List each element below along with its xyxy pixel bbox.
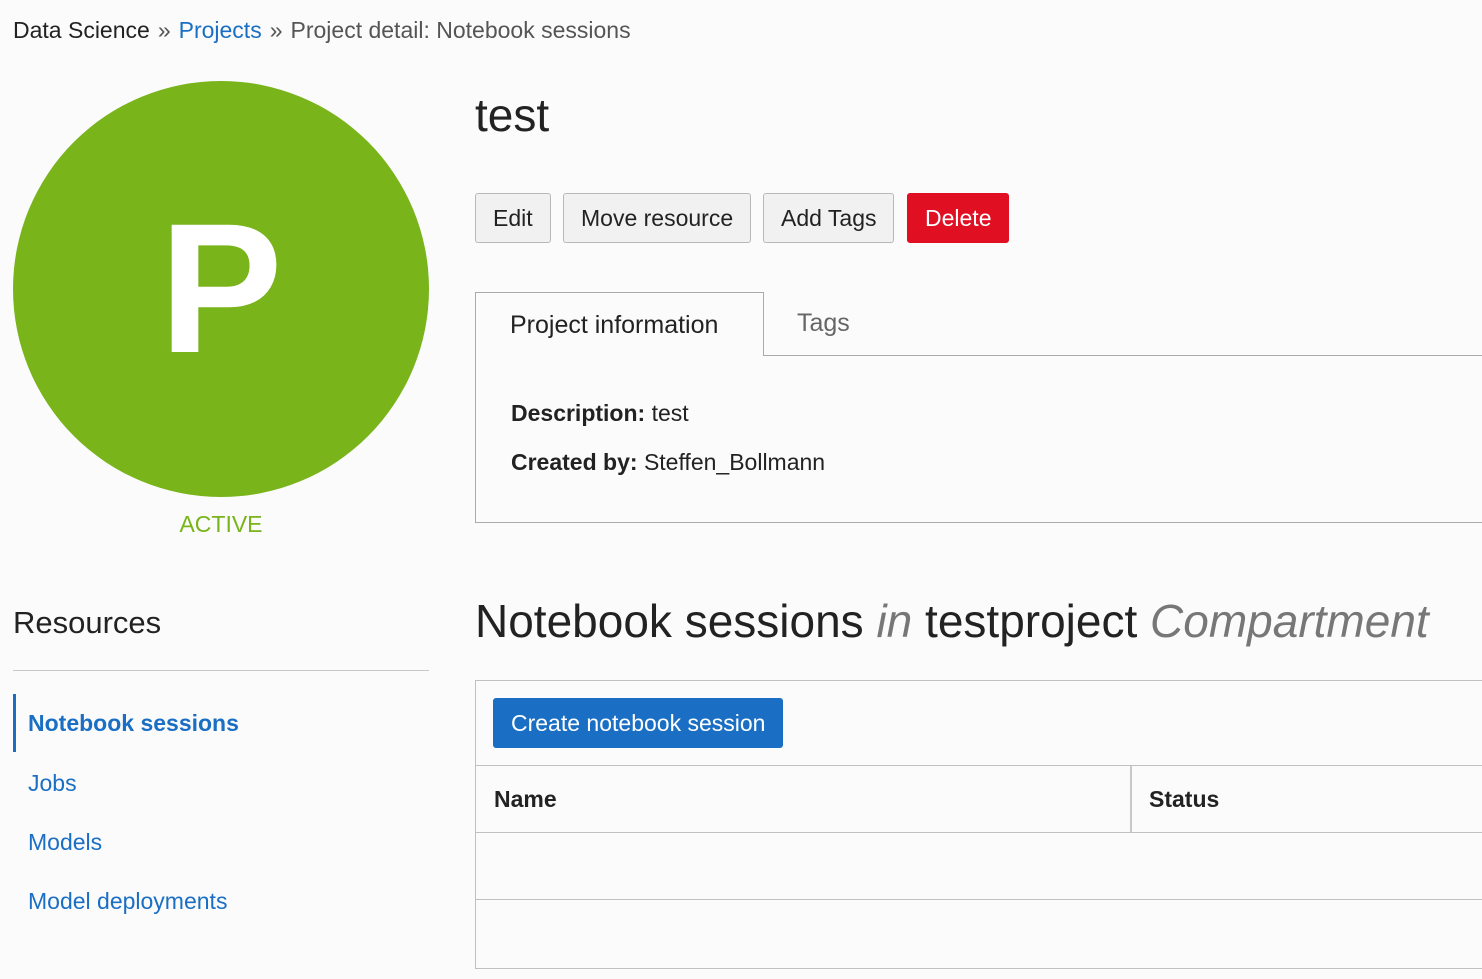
column-header-name[interactable]: Name	[494, 766, 557, 833]
table-row	[476, 833, 1482, 900]
breadcrumb-current: Project detail: Notebook sessions	[290, 17, 631, 43]
sidebar-item-model-deployments[interactable]: Model deployments	[13, 872, 227, 930]
delete-button[interactable]: Delete	[907, 193, 1010, 243]
description-row: Description: test	[511, 400, 689, 427]
tab-tags[interactable]: Tags	[797, 292, 850, 356]
section-title: Notebook sessions in testproject Compart…	[475, 594, 1429, 648]
sidebar-item-notebook-sessions[interactable]: Notebook sessions	[13, 694, 239, 752]
description-label: Description:	[511, 400, 646, 426]
resources-title: Resources	[13, 605, 162, 640]
resources-divider	[13, 670, 429, 671]
project-avatar: P	[13, 81, 429, 497]
breadcrumb: Data Science » Projects » Project detail: No…	[13, 17, 631, 44]
move-resource-button[interactable]: Move resource	[563, 193, 752, 243]
breadcrumb-data-science[interactable]: Data Science	[13, 17, 150, 43]
compartment-name: testproject	[925, 595, 1138, 647]
column-header-status[interactable]: Status	[1149, 766, 1219, 833]
page-title: test	[475, 89, 550, 141]
sidebar-item-jobs[interactable]: Jobs	[13, 754, 77, 812]
table-header-top-border	[476, 765, 1482, 766]
description-value: test	[651, 400, 689, 426]
create-notebook-session-button[interactable]: Create notebook session	[493, 698, 784, 748]
section-title-in: in	[876, 595, 913, 647]
created-by-value: Steffen_Bollmann	[643, 449, 826, 475]
avatar-letter: P	[159, 185, 283, 392]
breadcrumb-separator: »	[157, 17, 171, 43]
status-label: ACTIVE	[179, 511, 263, 537]
created-by-row: Created by: Steffen_Bollmann	[511, 449, 825, 476]
tab-project-information[interactable]: Project information	[475, 292, 764, 356]
created-by-label: Created by:	[511, 449, 638, 475]
table-row	[476, 900, 1482, 967]
section-title-main: Notebook sessions	[475, 595, 864, 647]
project-info-panel: Description: test Created by: Steffen_Bo…	[475, 355, 1482, 523]
add-tags-button[interactable]: Add Tags	[763, 193, 895, 243]
edit-button[interactable]: Edit	[475, 193, 551, 243]
breadcrumb-projects-link[interactable]: Projects	[179, 17, 262, 43]
notebook-sessions-table: Create notebook session Name Status	[475, 680, 1482, 969]
breadcrumb-separator: »	[269, 17, 283, 43]
section-title-compartment: Compartment	[1150, 595, 1429, 647]
sidebar-item-models[interactable]: Models	[13, 813, 102, 871]
column-separator	[1130, 766, 1132, 833]
